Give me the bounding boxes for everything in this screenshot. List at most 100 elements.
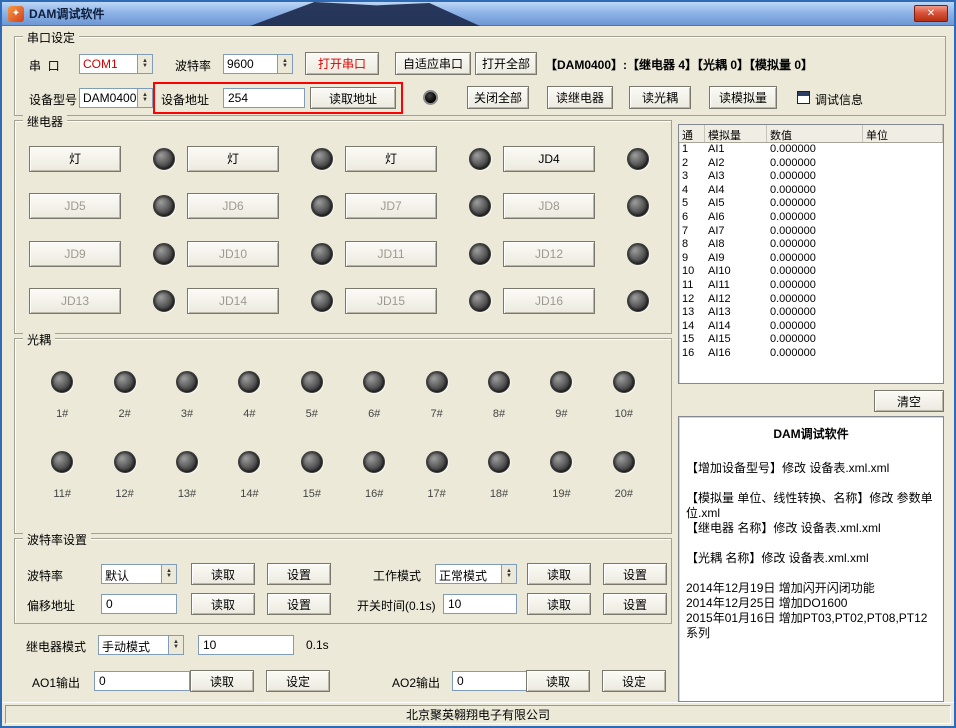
log-panel[interactable]: DAM调试软件 【增加设备型号】修改 设备表.xml.xml 【模拟量 单位、线…: [678, 416, 944, 702]
relay-button-5[interactable]: JD5: [29, 193, 121, 219]
close-button[interactable]: ✕: [914, 5, 948, 22]
device-address-input[interactable]: [223, 88, 305, 108]
opto-label-12: 12#: [115, 488, 133, 500]
log-line: 【光耦 名称】修改 设备表.xml.xml: [686, 551, 936, 566]
relay-button-8[interactable]: JD8: [503, 193, 595, 219]
switch-time-input[interactable]: [443, 594, 517, 614]
relay-button-10[interactable]: JD10: [187, 241, 279, 267]
relay-button-14[interactable]: JD14: [187, 288, 279, 314]
header-unit[interactable]: 单位: [863, 125, 943, 142]
baud-select[interactable]: 9600 ▲▼: [223, 54, 293, 74]
baud-set-button[interactable]: 设置: [267, 563, 331, 585]
relay-cell: 灯: [345, 146, 503, 172]
com-port-select[interactable]: COM1 ▲▼: [79, 54, 153, 74]
cell-value: 0.000000: [767, 333, 863, 347]
header-value[interactable]: 数值: [767, 125, 863, 142]
analog-table-row[interactable]: 5AI50.000000: [679, 197, 943, 211]
relay-mode-select[interactable]: 手动模式 ▲▼: [98, 635, 184, 655]
switch-time-set-button[interactable]: 设置: [603, 593, 667, 615]
baud-settings-group: 波特率设置 波特率 默认 ▲▼ 读取 设置 工作模式 正常模式 ▲▼ 读取 设置…: [14, 538, 672, 624]
analog-table-header[interactable]: 通 模拟量 数值 单位: [679, 125, 943, 143]
header-analog[interactable]: 模拟量: [705, 125, 767, 142]
offset-set-button[interactable]: 设置: [267, 593, 331, 615]
work-mode-read-button[interactable]: 读取: [527, 563, 591, 585]
analog-table-row[interactable]: 14AI140.000000: [679, 320, 943, 334]
relay-button-13[interactable]: JD13: [29, 288, 121, 314]
ao2-read-button[interactable]: 读取: [526, 670, 590, 692]
analog-table-row[interactable]: 16AI160.000000: [679, 347, 943, 361]
read-address-button[interactable]: 读取地址: [310, 87, 396, 109]
relay-led-6: [311, 195, 333, 217]
relay-button-15[interactable]: JD15: [345, 288, 437, 314]
relay-button-16[interactable]: JD16: [503, 288, 595, 314]
open-serial-button[interactable]: 打开串口: [305, 52, 379, 75]
analog-table-row[interactable]: 7AI70.000000: [679, 225, 943, 239]
relay-button-7[interactable]: JD7: [345, 193, 437, 219]
chevron-updown-icon[interactable]: ▲▼: [501, 565, 516, 583]
chevron-updown-icon[interactable]: ▲▼: [137, 55, 152, 73]
adaptive-serial-button[interactable]: 自适应串口: [395, 52, 471, 75]
offset-address-input[interactable]: [101, 594, 177, 614]
read-analog-button[interactable]: 读模拟量: [709, 86, 777, 109]
analog-table-row[interactable]: 15AI150.000000: [679, 333, 943, 347]
chevron-updown-icon[interactable]: ▲▼: [277, 55, 292, 73]
cell-name: AI16: [705, 347, 767, 361]
switch-time-read-button[interactable]: 读取: [527, 593, 591, 615]
ao1-set-button[interactable]: 设定: [266, 670, 330, 692]
opto-cell: 8#: [468, 371, 530, 420]
analog-table-row[interactable]: 1AI10.000000: [679, 143, 943, 157]
work-mode-set-button[interactable]: 设置: [603, 563, 667, 585]
baud-read-button[interactable]: 读取: [191, 563, 255, 585]
relay-button-12[interactable]: JD12: [503, 241, 595, 267]
relay-button-6[interactable]: JD6: [187, 193, 279, 219]
close-all-button[interactable]: 关闭全部: [467, 86, 529, 109]
relay-button-2[interactable]: 灯: [187, 146, 279, 172]
titlebar[interactable]: ✦ DAM调试软件 ✕: [2, 2, 954, 26]
ao2-set-button[interactable]: 设定: [602, 670, 666, 692]
offset-read-button[interactable]: 读取: [191, 593, 255, 615]
ao1-input[interactable]: [94, 671, 190, 691]
analog-table-row[interactable]: 8AI80.000000: [679, 238, 943, 252]
analog-table-row[interactable]: 11AI110.000000: [679, 279, 943, 293]
cell-channel: 3: [679, 170, 705, 184]
analog-table-row[interactable]: 4AI40.000000: [679, 184, 943, 198]
device-model-select[interactable]: DAM0400 ▲▼: [79, 88, 153, 108]
relay-button-3[interactable]: 灯: [345, 146, 437, 172]
chevron-updown-icon[interactable]: ▲▼: [168, 636, 183, 654]
relay-cell: JD14: [187, 288, 345, 314]
chevron-updown-icon[interactable]: ▲▼: [161, 565, 176, 583]
baud-value: 9600: [224, 55, 277, 73]
relay-led-7: [469, 195, 491, 217]
analog-table-row[interactable]: 12AI120.000000: [679, 293, 943, 307]
relay-button-4[interactable]: JD4: [503, 146, 595, 172]
opto-cell: 17#: [405, 451, 467, 500]
analog-table-row[interactable]: 6AI60.000000: [679, 211, 943, 225]
analog-table-row[interactable]: 9AI90.000000: [679, 252, 943, 266]
relay-mode-time-input[interactable]: [198, 635, 294, 655]
ao1-read-button[interactable]: 读取: [190, 670, 254, 692]
relay-button-1[interactable]: 灯: [29, 146, 121, 172]
analog-table-row[interactable]: 2AI20.000000: [679, 157, 943, 171]
cell-unit: [863, 184, 943, 198]
relay-button-11[interactable]: JD11: [345, 241, 437, 267]
opto-cell: 10#: [593, 371, 655, 420]
header-channel[interactable]: 通: [679, 125, 705, 142]
analog-table-row[interactable]: 13AI130.000000: [679, 306, 943, 320]
relay-cell: JD16: [503, 288, 661, 314]
work-mode-value: 正常模式: [436, 565, 501, 583]
analog-table-row[interactable]: 3AI30.000000: [679, 170, 943, 184]
clear-button[interactable]: 清空: [874, 390, 944, 412]
debug-info-icon[interactable]: [797, 91, 810, 104]
read-opto-button[interactable]: 读光耦: [629, 86, 691, 109]
baud-setting-select[interactable]: 默认 ▲▼: [101, 564, 177, 584]
chevron-updown-icon[interactable]: ▲▼: [137, 89, 152, 107]
open-all-button[interactable]: 打开全部: [475, 52, 537, 75]
work-mode-select[interactable]: 正常模式 ▲▼: [435, 564, 517, 584]
relay-button-9[interactable]: JD9: [29, 241, 121, 267]
relay-led-3: [469, 148, 491, 170]
cell-unit: [863, 333, 943, 347]
read-relay-button[interactable]: 读继电器: [547, 86, 613, 109]
app-window: ✦ DAM调试软件 ✕ 串口设定 串 口 COM1 ▲▼ 波特率 9600 ▲▼…: [0, 0, 956, 728]
analog-table-row[interactable]: 10AI100.000000: [679, 265, 943, 279]
cell-value: 0.000000: [767, 293, 863, 307]
